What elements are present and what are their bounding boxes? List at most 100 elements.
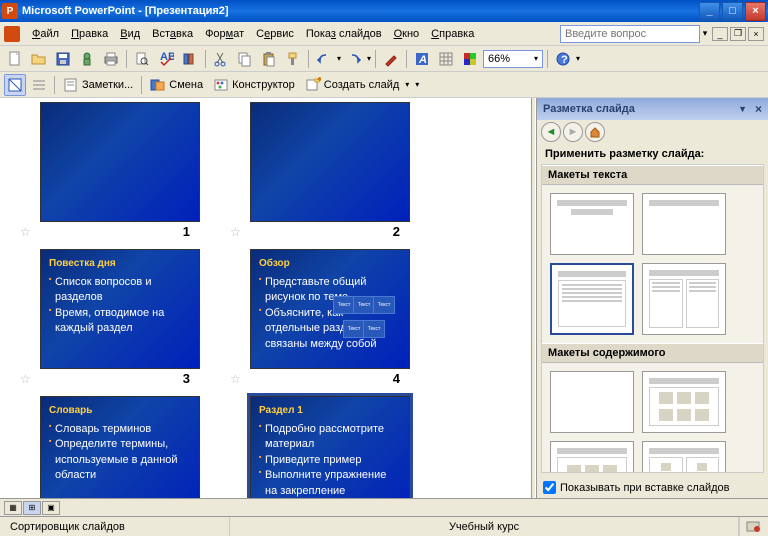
format-painter-button[interactable]	[282, 48, 304, 70]
slide-thumb-2[interactable]	[250, 102, 410, 222]
new-slide-button[interactable]: ✦Создать слайд▾	[301, 74, 413, 96]
taskpane-forward-button[interactable]: ►	[563, 122, 583, 142]
layout-grid-content	[542, 363, 763, 473]
layout-title[interactable]	[642, 193, 726, 255]
maximize-button[interactable]: □	[722, 2, 743, 21]
menu-format[interactable]: Формат	[199, 26, 250, 42]
layout-grid-text	[542, 185, 763, 343]
copy-button[interactable]	[234, 48, 256, 70]
redo-button[interactable]	[343, 48, 365, 70]
color-button[interactable]	[459, 48, 481, 70]
transition-button[interactable]: Смена	[146, 74, 207, 96]
menu-file[interactable]: Файл	[26, 26, 65, 42]
taskpane-subtitle: Применить разметку слайда:	[537, 144, 768, 164]
permission-button[interactable]	[76, 48, 98, 70]
slide-title: Повестка дня	[49, 258, 191, 269]
new-slide-label: Создать слайд	[324, 79, 399, 91]
mdi-close-button[interactable]: ×	[748, 27, 764, 41]
paste-button[interactable]	[258, 48, 280, 70]
status-language-icon[interactable]	[739, 517, 768, 536]
research-button[interactable]	[179, 48, 201, 70]
print-button[interactable]	[100, 48, 122, 70]
outlining-toolbar: Заметки... Смена Конструктор ✦Создать сл…	[0, 72, 768, 98]
open-button[interactable]	[28, 48, 50, 70]
status-left: Сортировщик слайдов	[0, 517, 230, 536]
slide-title: Обзор	[259, 258, 401, 269]
spelling-button[interactable]: ABC	[155, 48, 177, 70]
toolbar2-options-icon[interactable]: ▾	[415, 80, 419, 89]
menu-insert[interactable]: Вставка	[146, 26, 199, 42]
undo-dropdown-icon[interactable]: ▾	[337, 54, 341, 63]
mdi-minimize-button[interactable]: _	[712, 27, 728, 41]
mdi-restore-button[interactable]: ❐	[730, 27, 746, 41]
taskpane-section-text: Макеты текста	[542, 165, 763, 185]
view-bar: ▦ ⊞ ▣	[0, 498, 768, 516]
slide-thumb-6[interactable]: Раздел 1Подробно рассмотрите материалПри…	[250, 396, 410, 498]
designer-button[interactable]: Конструктор	[209, 74, 299, 96]
menu-edit[interactable]: Правка	[65, 26, 114, 42]
ink-button[interactable]	[380, 48, 402, 70]
menu-view-label: ид	[128, 28, 141, 40]
slide-wrap: Повестка дня Список вопросов и разделовВр…	[20, 249, 200, 386]
layout-title-content[interactable]	[550, 441, 634, 473]
close-button[interactable]: ×	[745, 2, 766, 21]
show-on-insert-checkbox[interactable]	[543, 481, 556, 494]
slide-thumb-3[interactable]: Повестка дня Список вопросов и разделовВр…	[40, 249, 200, 369]
menu-tools[interactable]: Сервис	[250, 26, 300, 42]
help-button[interactable]: ?	[552, 48, 574, 70]
layout-title-only[interactable]	[550, 193, 634, 255]
layout-two-content[interactable]	[642, 441, 726, 473]
taskpane-back-button[interactable]: ◄	[541, 122, 561, 142]
taskpane-dropdown-icon[interactable]: ▼	[738, 104, 747, 114]
animation-icon[interactable]: ☆	[230, 372, 241, 386]
text-formatting-button[interactable]: A	[411, 48, 433, 70]
ask-dropdown-icon[interactable]: ▾	[700, 28, 710, 39]
ask-question-input[interactable]	[560, 25, 700, 43]
sorter-view-icon[interactable]: ⊞	[23, 501, 41, 515]
grid-button[interactable]	[435, 48, 457, 70]
print-preview-button[interactable]	[131, 48, 153, 70]
task-pane: Разметка слайда ▼ × ◄ ► Применить размет…	[536, 98, 768, 498]
animation-icon[interactable]: ☆	[230, 225, 241, 239]
slide-thumb-1[interactable]	[40, 102, 200, 222]
zoom-combo[interactable]: 66%▾	[483, 50, 543, 68]
layout-content[interactable]	[642, 371, 726, 433]
normal-view-button[interactable]	[4, 74, 26, 96]
taskpane-close-button[interactable]: ×	[755, 102, 762, 116]
save-button[interactable]	[52, 48, 74, 70]
menu-slideshow[interactable]: Показ слайдов	[300, 26, 388, 42]
layout-blank[interactable]	[550, 371, 634, 433]
animation-icon[interactable]: ☆	[20, 225, 31, 239]
taskpane-body[interactable]: Макеты текста Макеты содержимого	[541, 164, 764, 473]
slide-number: 2	[393, 224, 400, 239]
menu-window[interactable]: Окно	[388, 26, 426, 42]
animation-icon[interactable]: ☆	[20, 372, 31, 386]
menu-edit-label: равка	[79, 28, 108, 40]
normal-view-icon[interactable]: ▦	[4, 501, 22, 515]
new-button[interactable]	[4, 48, 26, 70]
menu-view[interactable]: Вид	[114, 26, 146, 42]
cut-button[interactable]	[210, 48, 232, 70]
layout-title-bullets[interactable]	[550, 263, 634, 335]
layout-two-column[interactable]	[642, 263, 726, 335]
slide-sorter-view[interactable]: ☆1☆2Повестка дняСписок вопросов и раздел…	[0, 98, 531, 498]
redo-dropdown-icon[interactable]: ▾	[367, 54, 371, 63]
slide-wrap: СловарьСловарь терминовОпределите термин…	[20, 396, 200, 498]
slideshow-view-icon[interactable]: ▣	[42, 501, 60, 515]
slide-body: Список вопросов и разделовВремя, отводим…	[49, 275, 191, 337]
menu-file-label: айл	[40, 28, 59, 40]
zoom-value: 66%	[488, 53, 510, 65]
taskpane-home-button[interactable]	[585, 122, 605, 142]
menu-help[interactable]: Справка	[425, 26, 480, 42]
transition-label: Смена	[169, 79, 203, 91]
minimize-button[interactable]: _	[699, 2, 720, 21]
slide-thumb-4[interactable]: ОбзорПредставьте общий рисунок по темеОб…	[250, 249, 410, 369]
new-slide-icon: ✦	[305, 77, 321, 93]
expand-all-button[interactable]	[28, 74, 50, 96]
app-icon: P	[2, 3, 18, 19]
notes-button[interactable]: Заметки...	[59, 74, 137, 96]
slide-thumb-5[interactable]: СловарьСловарь терминовОпределите термин…	[40, 396, 200, 498]
menu-window-label: кно	[402, 28, 419, 40]
undo-button[interactable]	[313, 48, 335, 70]
toolbar-options-icon[interactable]: ▾	[576, 54, 580, 63]
